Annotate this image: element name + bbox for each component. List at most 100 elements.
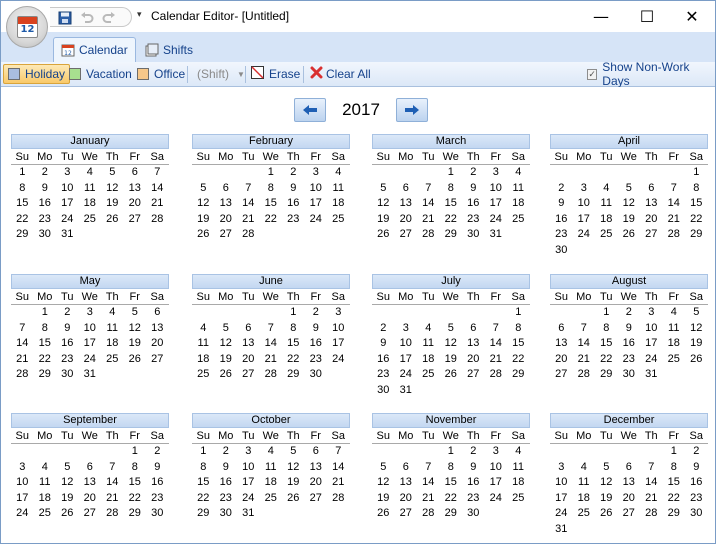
day-cell[interactable]: 20 xyxy=(305,475,328,491)
day-cell[interactable]: 18 xyxy=(79,196,102,212)
day-cell[interactable]: 10 xyxy=(640,321,663,337)
day-cell[interactable]: 6 xyxy=(79,460,102,476)
day-cell[interactable]: 9 xyxy=(146,460,169,476)
day-cell[interactable]: 6 xyxy=(462,321,485,337)
day-cell[interactable]: 7 xyxy=(101,460,124,476)
vacation-button[interactable]: Vacation xyxy=(65,64,136,84)
day-cell[interactable]: 7 xyxy=(485,321,508,337)
day-cell[interactable]: 9 xyxy=(685,460,708,476)
day-cell[interactable]: 13 xyxy=(305,460,328,476)
day-cell[interactable]: 4 xyxy=(507,165,530,181)
day-cell[interactable]: 26 xyxy=(685,352,708,368)
day-cell[interactable]: 7 xyxy=(11,321,34,337)
day-cell[interactable]: 6 xyxy=(146,305,169,321)
erase-button[interactable]: Erase xyxy=(247,64,304,84)
day-cell[interactable]: 24 xyxy=(550,506,573,522)
day-cell[interactable]: 16 xyxy=(550,212,573,228)
day-cell[interactable]: 2 xyxy=(685,444,708,460)
day-cell[interactable]: 4 xyxy=(260,444,283,460)
day-cell[interactable]: 22 xyxy=(192,491,215,507)
day-cell[interactable]: 21 xyxy=(417,212,440,228)
day-cell[interactable]: 27 xyxy=(462,367,485,383)
day-cell[interactable]: 23 xyxy=(34,212,57,228)
day-cell[interactable]: 31 xyxy=(237,506,260,522)
day-cell[interactable]: 27 xyxy=(146,352,169,368)
day-cell[interactable]: 15 xyxy=(595,336,618,352)
day-cell[interactable]: 19 xyxy=(372,491,395,507)
day-cell[interactable]: 17 xyxy=(56,196,79,212)
day-cell[interactable]: 17 xyxy=(237,475,260,491)
day-cell[interactable]: 3 xyxy=(79,305,102,321)
day-cell[interactable]: 15 xyxy=(260,196,283,212)
day-cell[interactable]: 9 xyxy=(372,336,395,352)
day-cell[interactable]: 16 xyxy=(34,196,57,212)
day-cell[interactable]: 21 xyxy=(417,491,440,507)
day-cell[interactable]: 23 xyxy=(282,212,305,228)
day-cell[interactable]: 17 xyxy=(305,196,328,212)
day-cell[interactable]: 15 xyxy=(192,475,215,491)
day-cell[interactable]: 25 xyxy=(260,491,283,507)
day-cell[interactable]: 1 xyxy=(440,165,463,181)
day-cell[interactable]: 1 xyxy=(260,165,283,181)
day-cell[interactable]: 1 xyxy=(685,165,708,181)
day-cell[interactable]: 4 xyxy=(192,321,215,337)
day-cell[interactable]: 14 xyxy=(237,196,260,212)
day-cell[interactable]: 21 xyxy=(101,491,124,507)
day-cell[interactable]: 3 xyxy=(573,181,596,197)
day-cell[interactable]: 29 xyxy=(440,227,463,243)
day-cell[interactable]: 3 xyxy=(327,305,350,321)
save-icon[interactable] xyxy=(57,11,73,25)
day-cell[interactable]: 3 xyxy=(550,460,573,476)
application-menu-button[interactable]: 12 xyxy=(6,6,48,48)
day-cell[interactable]: 16 xyxy=(618,336,641,352)
day-cell[interactable]: 29 xyxy=(595,367,618,383)
day-cell[interactable]: 6 xyxy=(550,321,573,337)
day-cell[interactable]: 30 xyxy=(685,506,708,522)
day-cell[interactable]: 22 xyxy=(507,352,530,368)
maximize-button[interactable]: ☐ xyxy=(624,1,670,32)
day-cell[interactable]: 6 xyxy=(124,165,147,181)
day-cell[interactable]: 24 xyxy=(485,212,508,228)
day-cell[interactable]: 25 xyxy=(595,227,618,243)
day-cell[interactable]: 20 xyxy=(237,352,260,368)
day-cell[interactable]: 23 xyxy=(305,352,328,368)
day-cell[interactable]: 23 xyxy=(685,491,708,507)
day-cell[interactable]: 21 xyxy=(260,352,283,368)
checkbox-checked-icon[interactable]: ✓ xyxy=(587,68,598,80)
day-cell[interactable]: 1 xyxy=(595,305,618,321)
day-cell[interactable]: 3 xyxy=(237,444,260,460)
day-cell[interactable]: 26 xyxy=(215,367,238,383)
day-cell[interactable]: 8 xyxy=(260,181,283,197)
tab-shifts[interactable]: Shifts xyxy=(138,37,200,62)
day-cell[interactable]: 25 xyxy=(507,491,530,507)
day-cell[interactable]: 14 xyxy=(11,336,34,352)
day-cell[interactable]: 27 xyxy=(395,506,418,522)
day-cell[interactable]: 28 xyxy=(237,227,260,243)
office-button[interactable]: Office xyxy=(133,64,189,84)
day-cell[interactable]: 9 xyxy=(34,181,57,197)
day-cell[interactable]: 28 xyxy=(260,367,283,383)
day-cell[interactable]: 30 xyxy=(215,506,238,522)
day-cell[interactable]: 28 xyxy=(663,227,686,243)
day-cell[interactable]: 18 xyxy=(101,336,124,352)
day-cell[interactable]: 2 xyxy=(146,444,169,460)
day-cell[interactable]: 2 xyxy=(282,165,305,181)
day-cell[interactable]: 11 xyxy=(417,336,440,352)
day-cell[interactable]: 13 xyxy=(124,181,147,197)
day-cell[interactable]: 22 xyxy=(282,352,305,368)
day-cell[interactable]: 22 xyxy=(440,491,463,507)
day-cell[interactable]: 23 xyxy=(462,491,485,507)
day-cell[interactable]: 26 xyxy=(282,491,305,507)
day-cell[interactable]: 20 xyxy=(395,491,418,507)
day-cell[interactable]: 17 xyxy=(485,196,508,212)
day-cell[interactable]: 13 xyxy=(395,475,418,491)
day-cell[interactable]: 5 xyxy=(124,305,147,321)
day-cell[interactable]: 13 xyxy=(640,196,663,212)
day-cell[interactable]: 3 xyxy=(56,165,79,181)
day-cell[interactable]: 28 xyxy=(101,506,124,522)
day-cell[interactable]: 29 xyxy=(685,227,708,243)
day-cell[interactable]: 27 xyxy=(79,506,102,522)
day-cell[interactable]: 20 xyxy=(79,491,102,507)
day-cell[interactable]: 16 xyxy=(462,475,485,491)
day-cell[interactable]: 7 xyxy=(573,321,596,337)
